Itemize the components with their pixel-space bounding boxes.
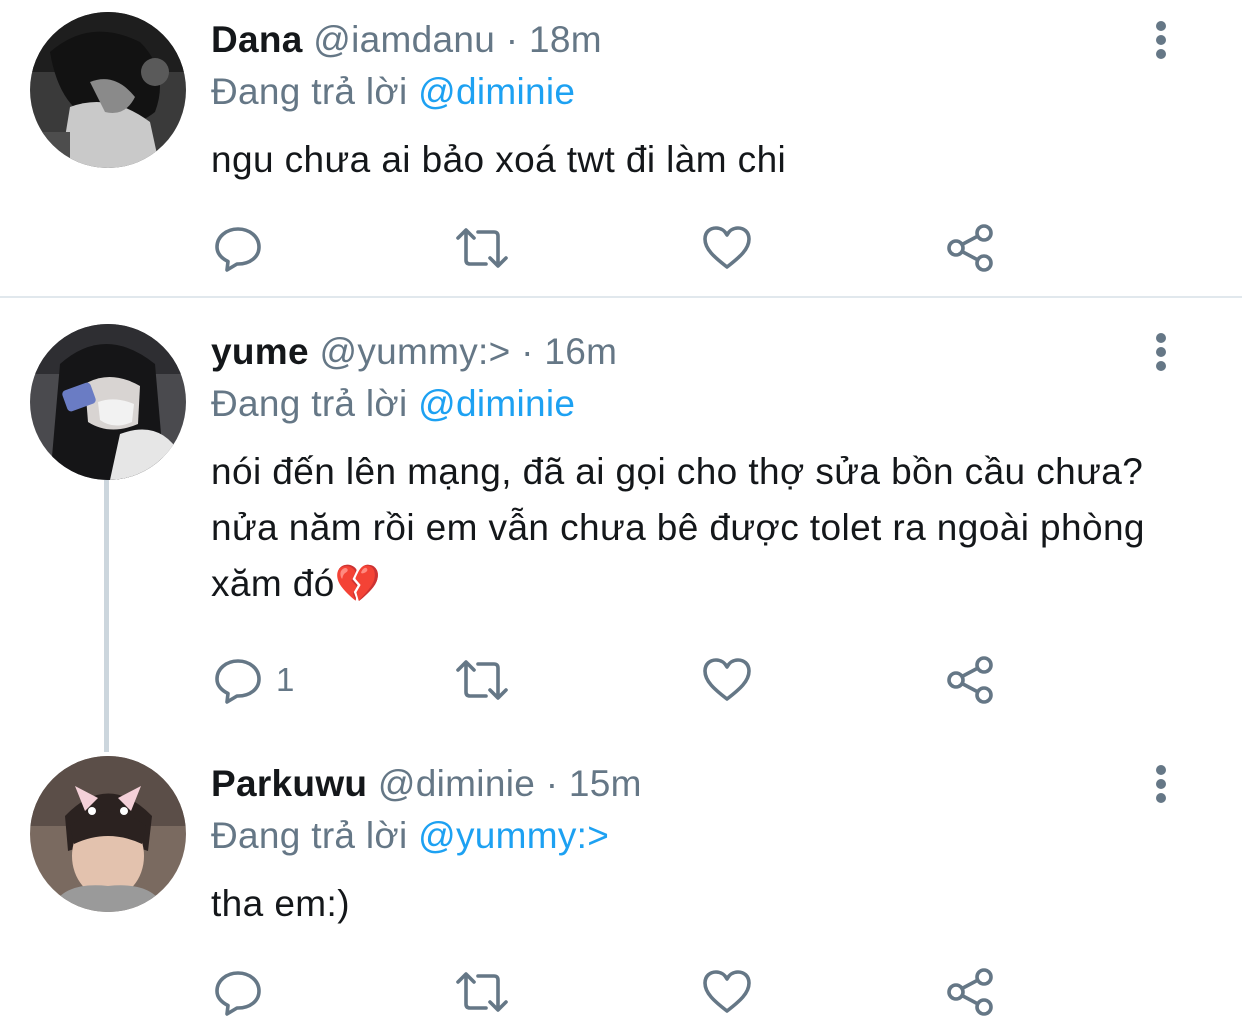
tweet[interactable]: Parkuwu @diminie · 15m Đang trả lời @yum… (0, 738, 1242, 1034)
replying-to: Đang trả lời @diminie (211, 382, 575, 426)
timestamp[interactable]: · 16m (521, 331, 617, 372)
tweet-header: Dana @iamdanu · 18m (211, 18, 602, 62)
replying-to-label: Đang trả lời (211, 815, 408, 856)
share-icon (947, 968, 993, 1016)
display-name[interactable]: Dana (211, 19, 303, 60)
heart-icon (703, 226, 751, 269)
retweet-button[interactable] (454, 218, 510, 278)
like-button[interactable] (702, 650, 752, 710)
tweet-actions: 1 (0, 650, 1242, 710)
heart-icon (703, 970, 751, 1013)
tweet-text: tha em:) (211, 883, 350, 924)
retweet-button[interactable] (454, 962, 510, 1022)
more-vertical-icon (1156, 21, 1166, 59)
share-button[interactable] (945, 218, 997, 278)
replying-to: Đang trả lời @diminie (211, 70, 575, 114)
like-button[interactable] (702, 962, 752, 1022)
tweet-text: nói đến lên mạng, đã ai gọi cho thợ sửa … (211, 451, 1145, 604)
tweet[interactable]: Dana @iamdanu · 18m Đang trả lời @dimini… (0, 0, 1242, 296)
more-options-button[interactable] (1150, 762, 1172, 806)
reply-icon (215, 971, 261, 1016)
reply-icon (215, 227, 261, 272)
tweet-actions (0, 962, 1242, 1022)
reply-icon (215, 659, 261, 704)
handle[interactable]: @iamdanu (313, 19, 495, 60)
replying-to-mention[interactable]: @yummy:> (418, 815, 609, 856)
reply-button[interactable] (214, 218, 276, 278)
tweet-actions (0, 218, 1242, 278)
retweet-icon (456, 972, 508, 1012)
retweet-icon (456, 660, 508, 700)
display-name[interactable]: Parkuwu (211, 763, 367, 804)
reply-button[interactable]: 1 (214, 650, 294, 710)
retweet-button[interactable] (454, 650, 510, 710)
tweet[interactable]: yume @yummy:> · 16m Đang trả lời @dimini… (0, 298, 1242, 738)
timestamp[interactable]: · 18m (506, 19, 602, 60)
replying-to-label: Đang trả lời (211, 383, 408, 424)
avatar[interactable] (30, 12, 186, 168)
share-button[interactable] (945, 962, 997, 1022)
tweet-header: yume @yummy:> · 16m (211, 330, 617, 374)
replying-to-mention[interactable]: @diminie (418, 383, 575, 424)
share-icon (947, 224, 993, 272)
reply-button[interactable] (214, 962, 276, 1022)
avatar[interactable] (30, 756, 186, 912)
more-vertical-icon (1156, 333, 1166, 371)
heart-icon (703, 658, 751, 701)
more-options-button[interactable] (1150, 330, 1172, 374)
retweet-icon (456, 228, 508, 268)
replying-to: Đang trả lời @yummy:> (211, 814, 609, 858)
share-button[interactable] (945, 650, 997, 710)
tweet-text: ngu chưa ai bảo xoá twt đi làm chi (211, 139, 787, 180)
replying-to-mention[interactable]: @diminie (418, 71, 575, 112)
display-name[interactable]: yume (211, 331, 309, 372)
handle[interactable]: @yummy:> (319, 331, 510, 372)
reply-count: 1 (276, 661, 295, 698)
more-vertical-icon (1156, 765, 1166, 803)
more-options-button[interactable] (1150, 18, 1172, 62)
handle[interactable]: @diminie (378, 763, 535, 804)
timestamp[interactable]: · 15m (546, 763, 642, 804)
share-icon (947, 656, 993, 704)
replying-to-label: Đang trả lời (211, 71, 408, 112)
like-button[interactable] (702, 218, 752, 278)
avatar[interactable] (30, 324, 186, 480)
tweet-header: Parkuwu @diminie · 15m (211, 762, 642, 806)
